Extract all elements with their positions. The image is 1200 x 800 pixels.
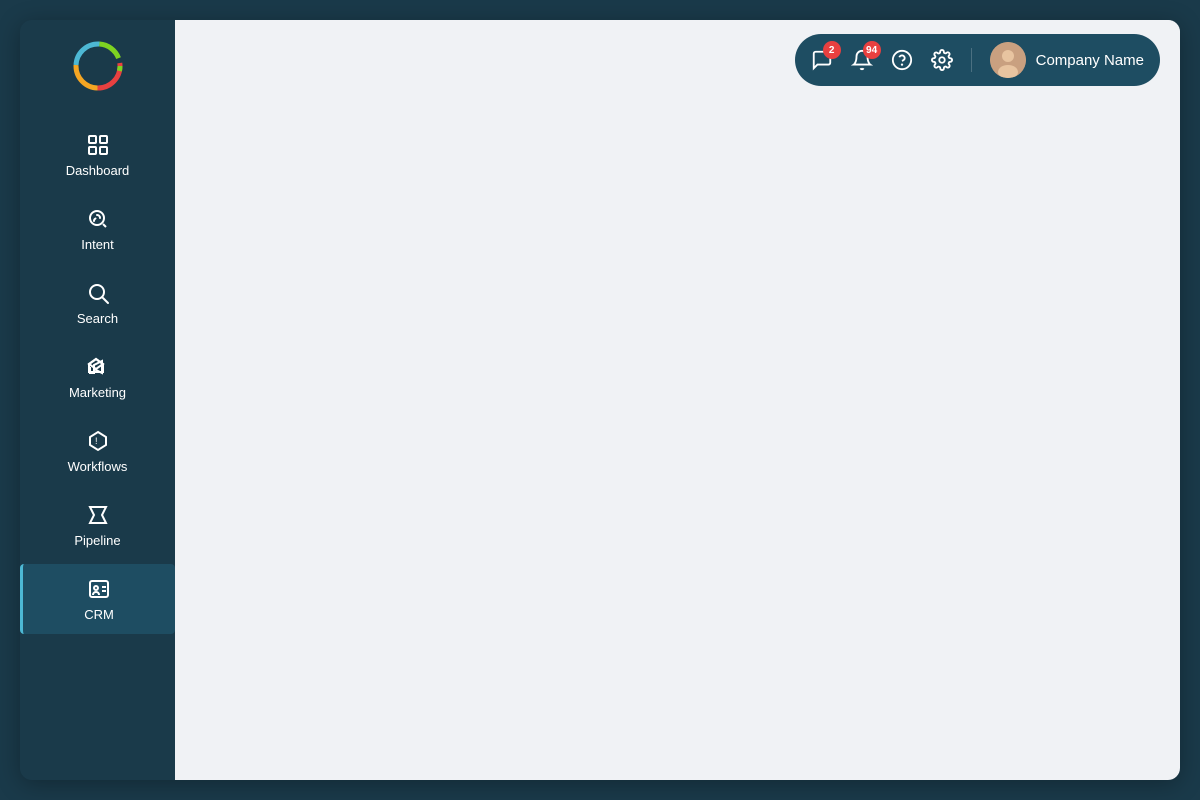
sidebar-nav: Dashboard Intent: [20, 120, 175, 634]
app-logo[interactable]: [72, 40, 124, 92]
sidebar-item-search[interactable]: Search: [20, 268, 175, 338]
sidebar: Dashboard Intent: [20, 20, 175, 780]
sidebar-item-label-search: Search: [77, 311, 118, 326]
sidebar-item-crm[interactable]: CRM: [20, 564, 175, 634]
topbar-actions: 2 94: [795, 34, 1160, 86]
messages-badge: 2: [823, 41, 841, 59]
svg-text:!: !: [95, 436, 98, 446]
messages-button[interactable]: 2: [811, 49, 833, 71]
sidebar-item-intent[interactable]: Intent: [20, 194, 175, 264]
intent-icon: [85, 206, 111, 232]
page-body: [191, 100, 1164, 764]
sidebar-item-label-workflows: Workflows: [68, 459, 128, 474]
search-nav-icon: [85, 280, 111, 306]
sidebar-item-workflows[interactable]: ! Workflows: [20, 416, 175, 486]
dashboard-icon: [85, 132, 111, 158]
sidebar-item-label-pipeline: Pipeline: [74, 533, 120, 548]
sidebar-item-label-marketing: Marketing: [69, 385, 126, 400]
main-content: 2 94: [175, 20, 1180, 780]
sidebar-item-dashboard[interactable]: Dashboard: [20, 120, 175, 190]
app-container: Dashboard Intent: [20, 20, 1180, 780]
sidebar-item-pipeline[interactable]: Pipeline: [20, 490, 175, 560]
sidebar-item-label-intent: Intent: [81, 237, 114, 252]
company-name: Company Name: [1036, 52, 1144, 69]
notifications-badge: 94: [863, 41, 881, 59]
marketing-icon: [85, 354, 111, 380]
sidebar-item-marketing[interactable]: Marketing: [20, 342, 175, 412]
sidebar-item-label-dashboard: Dashboard: [66, 163, 130, 178]
pipeline-icon: [85, 502, 111, 528]
notifications-button[interactable]: 94: [851, 49, 873, 71]
crm-icon: [86, 576, 112, 602]
avatar: [990, 42, 1026, 78]
help-button[interactable]: [891, 49, 913, 71]
workflows-icon: !: [85, 428, 111, 454]
settings-button[interactable]: [931, 49, 953, 71]
topbar-divider: [971, 48, 972, 72]
company-selector[interactable]: Company Name: [990, 42, 1144, 78]
sidebar-item-label-crm: CRM: [84, 607, 114, 622]
topbar: 2 94: [175, 20, 1180, 100]
